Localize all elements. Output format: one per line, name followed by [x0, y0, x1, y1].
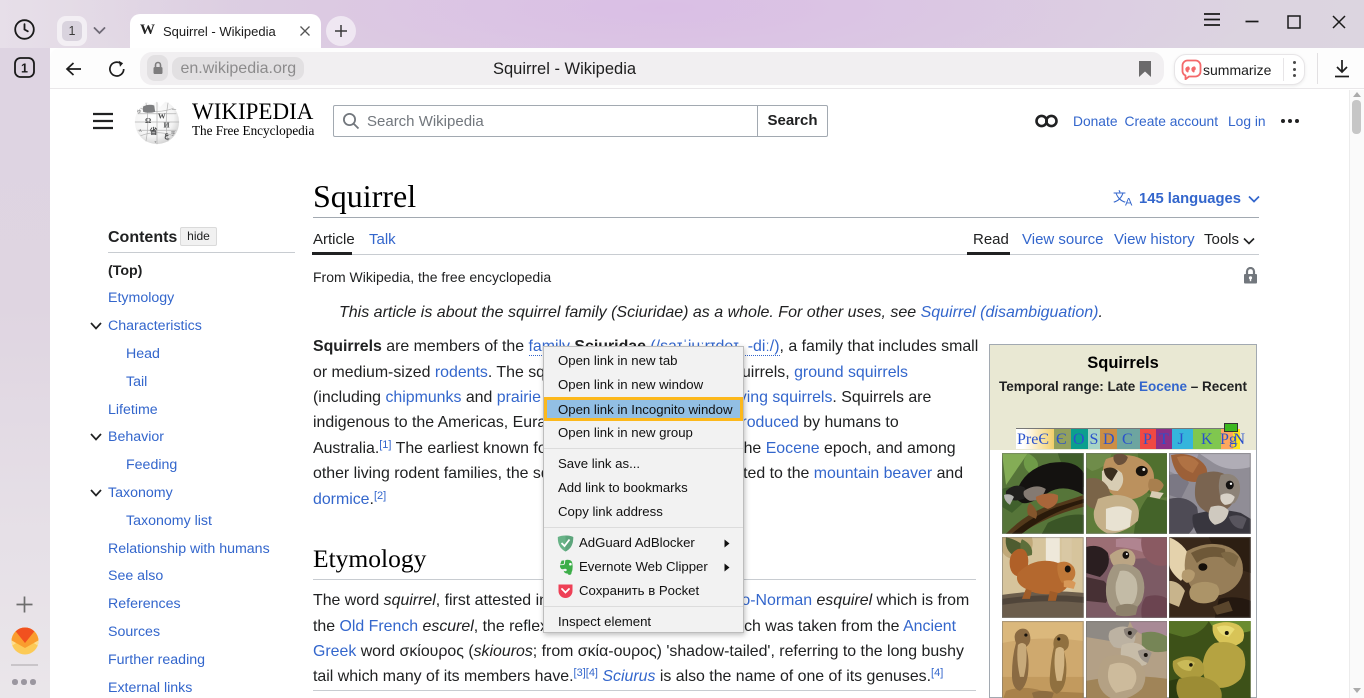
- svg-text:ع: ع: [164, 131, 169, 141]
- svg-text:т: т: [154, 139, 156, 144]
- svg-text:1: 1: [21, 61, 28, 75]
- svg-text:字: 字: [171, 130, 176, 136]
- svg-text:W: W: [158, 111, 166, 120]
- svg-text:A: A: [1125, 197, 1133, 207]
- svg-text:省: 省: [149, 126, 158, 136]
- svg-text:Ω: Ω: [145, 116, 151, 125]
- svg-text:И: И: [163, 121, 169, 130]
- svg-text:一: 一: [172, 107, 177, 112]
